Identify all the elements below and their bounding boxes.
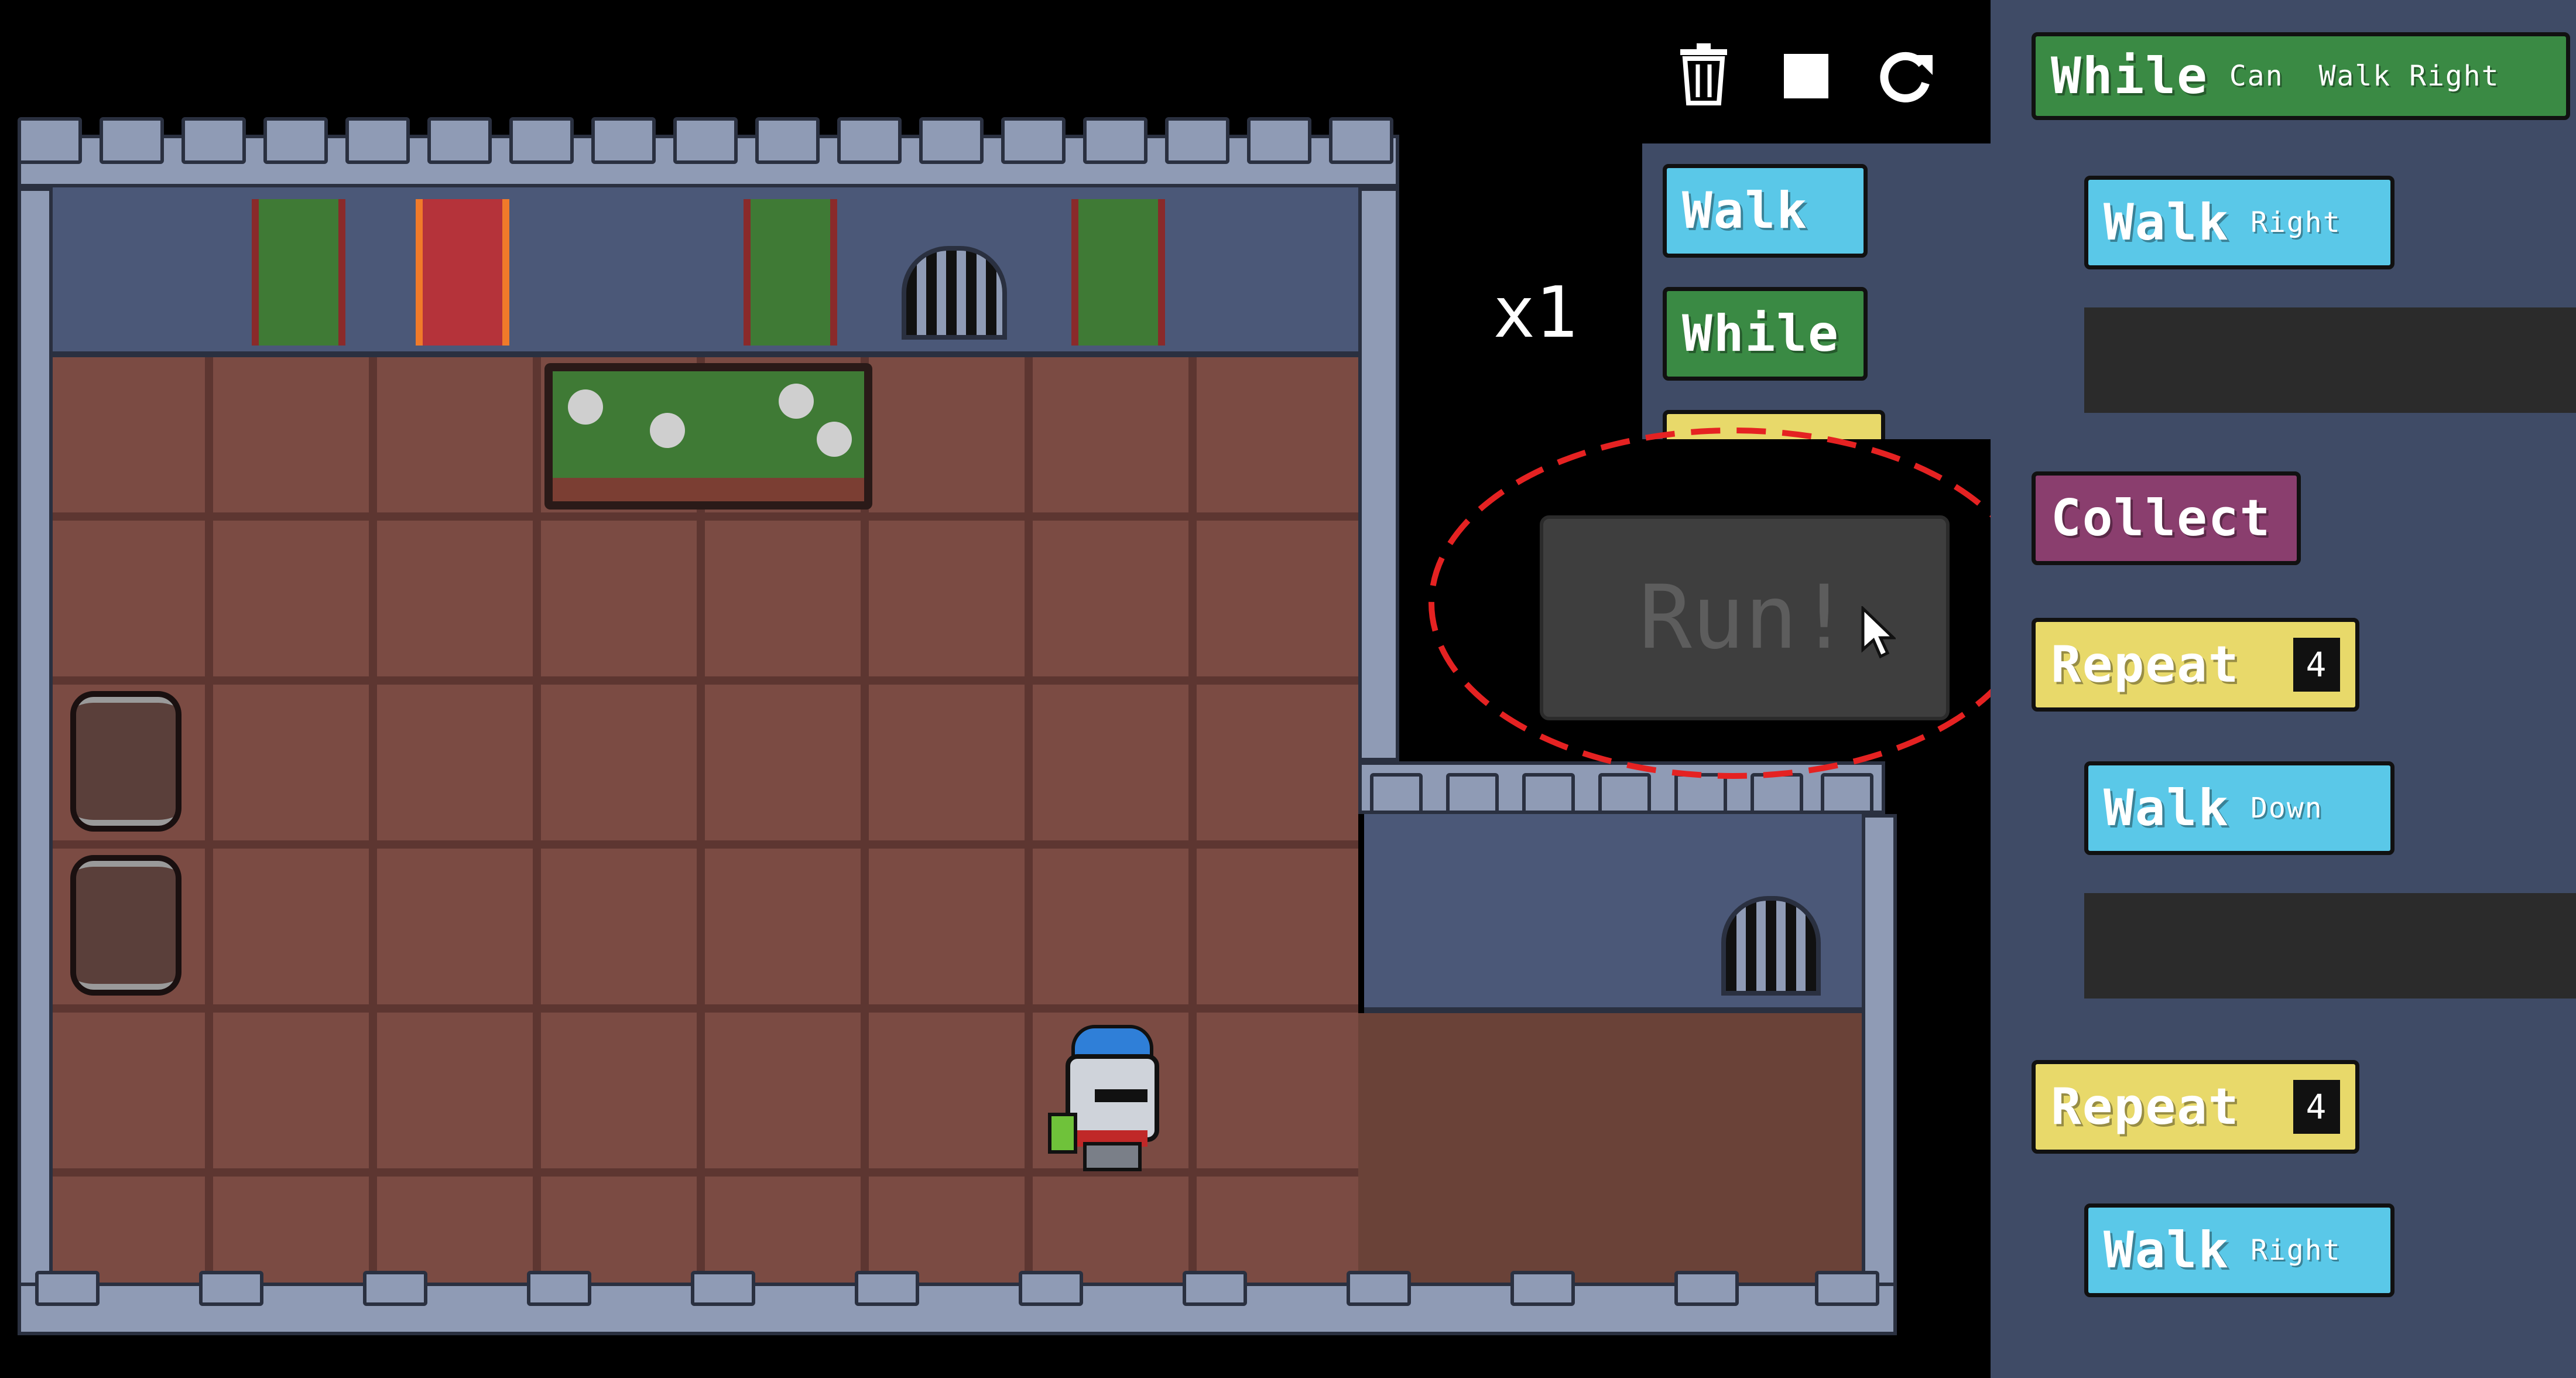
barred-window [1721, 896, 1821, 996]
while-block[interactable]: While Can Walk Right [2032, 32, 2570, 120]
annex-right-wall [1862, 814, 1897, 1300]
repeat-block[interactable]: Repeat 4 [2032, 618, 2359, 712]
green-banner [744, 199, 837, 346]
walk-right-block[interactable]: Walk Right [2084, 1203, 2395, 1297]
knight-character [1048, 1025, 1177, 1171]
repeat-count-input[interactable]: 4 [2293, 638, 2340, 692]
plate [650, 413, 685, 448]
collect-block[interactable]: Collect [2032, 471, 2301, 565]
barrel [70, 691, 181, 832]
plate [817, 422, 852, 457]
reset-icon[interactable] [1873, 44, 1938, 108]
barrel [70, 855, 181, 996]
game-board [0, 0, 1897, 1378]
repeat-count-input[interactable]: 4 [2293, 1080, 2340, 1134]
left-wall [18, 187, 53, 1300]
code-panel: While Can Walk Right Walk Right Collect … [1991, 0, 2576, 1378]
stop-icon[interactable] [1774, 44, 1838, 108]
drop-slot[interactable] [2084, 307, 2576, 413]
bottom-wall [18, 1283, 1897, 1335]
trash-icon[interactable] [1671, 41, 1736, 105]
annex-floor [1358, 1013, 1862, 1283]
mouse-cursor-icon [1861, 606, 1896, 659]
palette-walk-block[interactable]: Walk [1663, 164, 1868, 258]
drop-slot[interactable] [2084, 893, 2576, 999]
right-wall-upper [1358, 187, 1399, 761]
top-wall-bricks [47, 187, 1364, 357]
highlight-ring [1429, 428, 2037, 779]
green-banner [1071, 199, 1165, 346]
block-palette: Walk While [1642, 143, 1993, 439]
plate [568, 389, 603, 425]
walk-down-block[interactable]: Walk Down [2084, 761, 2395, 855]
repeat-block[interactable]: Repeat 4 [2032, 1060, 2359, 1154]
palette-while-block[interactable]: While [1663, 287, 1868, 381]
speed-label: x1 [1493, 272, 1578, 354]
walk-right-block[interactable]: Walk Right [2084, 176, 2395, 269]
barred-window [902, 246, 1007, 340]
red-banner [416, 199, 509, 346]
green-banner [252, 199, 345, 346]
plate [779, 384, 814, 419]
